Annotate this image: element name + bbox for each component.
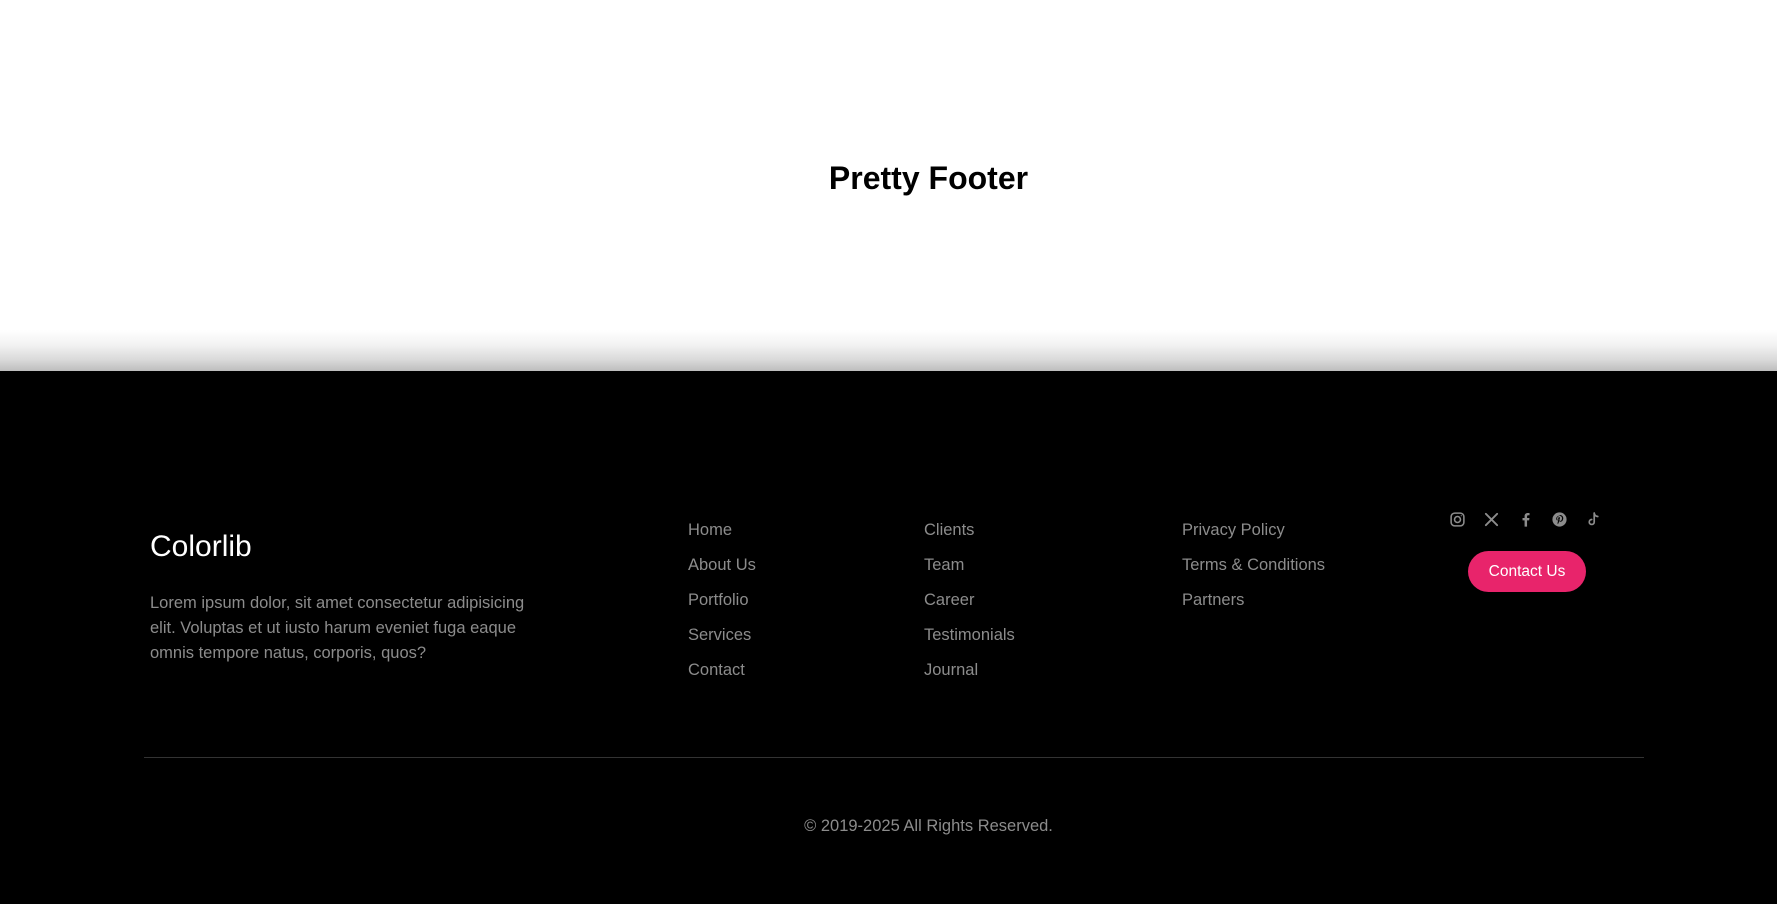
footer-divider [144,757,1644,758]
facebook-icon[interactable] [1515,509,1535,529]
list-item: Portfolio [688,583,756,618]
footer-description: Lorem ipsum dolor, sit amet consectetur … [150,594,525,662]
footer-links-column-3: Privacy Policy Terms & Conditions Partne… [1182,513,1325,618]
contact-us-button[interactable]: Contact Us [1468,551,1586,592]
footer-link-services[interactable]: Services [688,626,751,644]
list-item: Contact [688,653,756,688]
footer-brand: Colorlib [150,530,252,563]
footer-links-column-1: Home About Us Portfolio Services Contact [688,513,756,688]
footer-link-journal[interactable]: Journal [924,661,978,679]
pinterest-icon[interactable] [1549,509,1569,529]
list-item: Clients [924,513,1015,548]
footer-link-home[interactable]: Home [688,521,732,539]
footer-link-career[interactable]: Career [924,591,974,609]
instagram-icon[interactable] [1447,509,1467,529]
footer-link-terms-conditions[interactable]: Terms & Conditions [1182,556,1325,574]
list-item: About Us [688,548,756,583]
footer-link-contact[interactable]: Contact [688,661,745,679]
list-item: Testimonials [924,618,1015,653]
footer-link-team[interactable]: Team [924,556,964,574]
footer-link-about-us[interactable]: About Us [688,556,756,574]
footer-links-column-2: Clients Team Career Testimonials Journal [924,513,1015,688]
footer-link-testimonials[interactable]: Testimonials [924,626,1015,644]
page-title: Pretty Footer [828,160,1029,196]
footer-link-partners[interactable]: Partners [1182,591,1244,609]
social-links [1447,507,1603,531]
list-item: Team [924,548,1015,583]
list-item: Terms & Conditions [1182,548,1325,583]
list-item: Career [924,583,1015,618]
footer-link-privacy-policy[interactable]: Privacy Policy [1182,521,1285,539]
list-item: Services [688,618,756,653]
footer-link-clients[interactable]: Clients [924,521,974,539]
site-footer: Colorlib Lorem ipsum dolor, sit amet con… [0,371,1777,904]
list-item: Privacy Policy [1182,513,1325,548]
list-item: Partners [1182,583,1325,618]
x-icon[interactable] [1481,509,1501,529]
hero-section: Pretty Footer [0,0,1777,371]
footer-link-portfolio[interactable]: Portfolio [688,591,749,609]
list-item: Journal [924,653,1015,688]
tiktok-icon[interactable] [1583,509,1603,529]
copyright-text: © 2019-2025 All Rights Reserved. [804,817,1053,835]
list-item: Home [688,513,756,548]
